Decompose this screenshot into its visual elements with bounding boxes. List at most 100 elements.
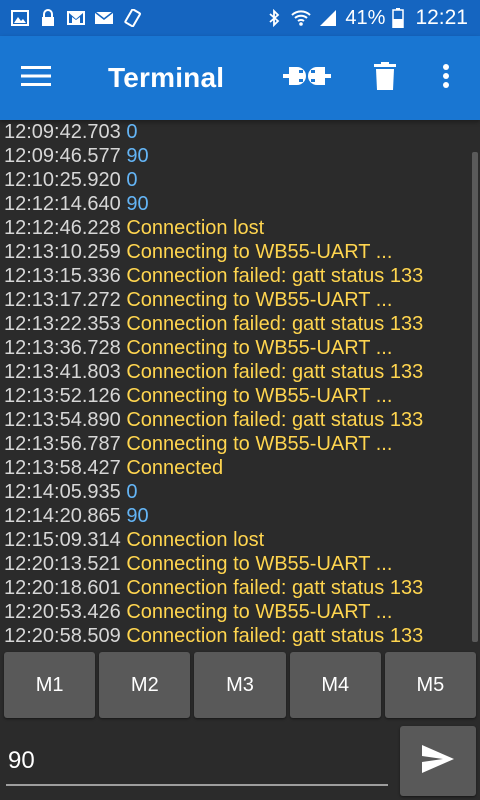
app-bar: Terminal: [0, 36, 480, 120]
line-timestamp: 12:20:53.426: [4, 601, 121, 623]
line-timestamp: 12:14:05.935: [4, 481, 121, 503]
line-timestamp: 12:14:20.865: [4, 505, 121, 527]
line-timestamp: 12:13:58.427: [4, 457, 121, 479]
connect-button[interactable]: [276, 36, 338, 120]
line-status-message: Connecting to WB55-UART ...: [126, 433, 393, 455]
mail-icon: [94, 9, 114, 27]
menu-button[interactable]: [0, 36, 72, 120]
overflow-menu-button[interactable]: [418, 36, 474, 120]
macro-button-m1[interactable]: M1: [4, 652, 96, 718]
terminal-line: 12:13:58.427 Connected: [4, 456, 423, 480]
terminal-line: 12:13:36.728 Connecting to WB55-UART ...: [4, 336, 423, 360]
terminal-line: 12:13:22.353 Connection failed: gatt sta…: [4, 312, 423, 336]
line-timestamp: 12:13:41.803: [4, 361, 121, 383]
line-status-message: Connected: [126, 457, 224, 479]
terminal-line: 12:10:25.920 0: [4, 168, 423, 192]
line-timestamp: 12:13:10.259: [4, 241, 121, 263]
line-status-message: Connection failed: gatt status 133: [126, 361, 424, 383]
send-icon: [421, 744, 455, 779]
line-status-message: Connection failed: gatt status 133: [126, 313, 424, 335]
line-timestamp: 12:20:18.601: [4, 577, 121, 599]
line-timestamp: 12:13:36.728: [4, 337, 121, 359]
clear-button[interactable]: [352, 36, 418, 120]
line-timestamp: 12:12:46.228: [4, 217, 121, 239]
terminal-output[interactable]: 12:09:42.703 0 12:09:46.577 90 12:10:25.92…: [0, 120, 480, 648]
line-timestamp: 12:13:22.353: [4, 313, 121, 335]
line-timestamp: 12:15:09.314: [4, 529, 121, 551]
line-timestamp: 12:10:25.920: [4, 169, 121, 191]
macro-button-m3[interactable]: M3: [194, 652, 286, 718]
terminal-line: 12:14:05.935 0: [4, 480, 423, 504]
line-status-message: Connecting to WB55-UART ...: [126, 385, 393, 407]
line-data-message: 90: [126, 145, 149, 167]
terminal-line: 12:20:13.521 Connecting to WB55-UART ...: [4, 552, 423, 576]
line-timestamp: 12:13:17.272: [4, 289, 121, 311]
terminal-line: 12:09:46.577 90: [4, 144, 423, 168]
line-status-message: Connection lost: [126, 529, 265, 551]
input-row: [0, 724, 480, 800]
terminal-line: 12:13:56.787 Connecting to WB55-UART ...: [4, 432, 423, 456]
terminal-line: 12:13:54.890 Connection failed: gatt sta…: [4, 408, 423, 432]
terminal-line: 12:13:10.259 Connecting to WB55-UART ...: [4, 240, 423, 264]
line-timestamp: 12:09:42.703: [4, 121, 121, 143]
terminal-line: 12:20:53.426 Connecting to WB55-UART ...: [4, 600, 423, 624]
line-data-message: 90: [126, 505, 149, 527]
line-status-message: Connection failed: gatt status 133: [126, 577, 424, 599]
terminal-line: 12:09:42.703 0: [4, 120, 423, 144]
terminal-line: 12:13:17.272 Connecting to WB55-UART ...: [4, 288, 423, 312]
delete-icon: [374, 61, 396, 95]
terminal-line: 12:20:18.601 Connection failed: gatt sta…: [4, 576, 423, 600]
macro-button-m4[interactable]: M4: [289, 652, 381, 718]
gmail-icon: [66, 9, 86, 27]
line-timestamp: 12:13:52.126: [4, 385, 121, 407]
status-bar: 41% 12:21: [0, 0, 480, 36]
line-status-message: Connecting to WB55-UART ...: [126, 289, 393, 311]
line-status-message: Connecting to WB55-UART ...: [126, 241, 393, 263]
terminal-lines: 12:09:42.703 0 12:09:46.577 90 12:10:25.92…: [4, 120, 423, 648]
terminal-scrollbar[interactable]: [472, 152, 478, 642]
send-button[interactable]: [400, 726, 476, 796]
line-timestamp: 12:13:54.890: [4, 409, 121, 431]
terminal-line: 12:14:20.865 90: [4, 504, 423, 528]
system-indicators: 41% 12:21: [264, 6, 480, 30]
app-actions: [276, 36, 480, 120]
clock: 12:21: [415, 6, 468, 29]
image-icon: [10, 9, 30, 27]
line-timestamp: 12:12:14.640: [4, 193, 121, 215]
line-timestamp: 12:20:58.509: [4, 625, 121, 647]
bluetooth-icon: [264, 9, 284, 27]
connect-icon: [282, 63, 332, 94]
terminal-line: 12:13:52.126 Connecting to WB55-UART ...: [4, 384, 423, 408]
line-status-message: Connecting to WB55-UART ...: [126, 601, 393, 623]
wifi-icon: [291, 9, 312, 27]
line-status-message: Connection failed: gatt status 133: [126, 625, 424, 647]
line-timestamp: 12:13:56.787: [4, 433, 121, 455]
app-title: Terminal: [108, 62, 225, 93]
macro-button-m5[interactable]: M5: [384, 652, 477, 718]
line-status-message: Connecting to WB55-UART ...: [126, 337, 393, 359]
send-text-input[interactable]: [6, 738, 388, 786]
terminal-line: 12:13:41.803 Connection failed: gatt sta…: [4, 360, 423, 384]
line-timestamp: 12:09:46.577: [4, 145, 121, 167]
terminal-line: 12:12:14.640 90: [4, 192, 423, 216]
line-status-message: Connection failed: gatt status 133: [126, 265, 424, 287]
battery-percent: 41%: [345, 6, 386, 29]
line-data-message: 0: [126, 169, 138, 191]
line-status-message: Connection failed: gatt status 133: [126, 409, 424, 431]
terminal-line: 12:12:46.228 Connection lost: [4, 216, 423, 240]
terminal-line: 12:13:15.336 Connection failed: gatt sta…: [4, 264, 423, 288]
line-data-message: 90: [126, 193, 149, 215]
line-timestamp: 12:13:15.336: [4, 265, 121, 287]
line-data-message: 0: [126, 481, 138, 503]
terminal-line: 12:15:09.314 Connection lost: [4, 528, 423, 552]
line-timestamp: 12:20:13.521: [4, 553, 121, 575]
screen-rotate-icon: [122, 9, 142, 27]
lock-icon: [38, 9, 58, 27]
line-status-message: Connecting to WB55-UART ...: [126, 553, 393, 575]
battery-icon: [392, 8, 405, 28]
macro-button-m2[interactable]: M2: [99, 652, 191, 718]
line-data-message: 0: [126, 121, 138, 143]
signal-icon: [318, 9, 338, 27]
more-vert-icon: [442, 63, 450, 94]
line-status-message: Connection lost: [126, 217, 265, 239]
